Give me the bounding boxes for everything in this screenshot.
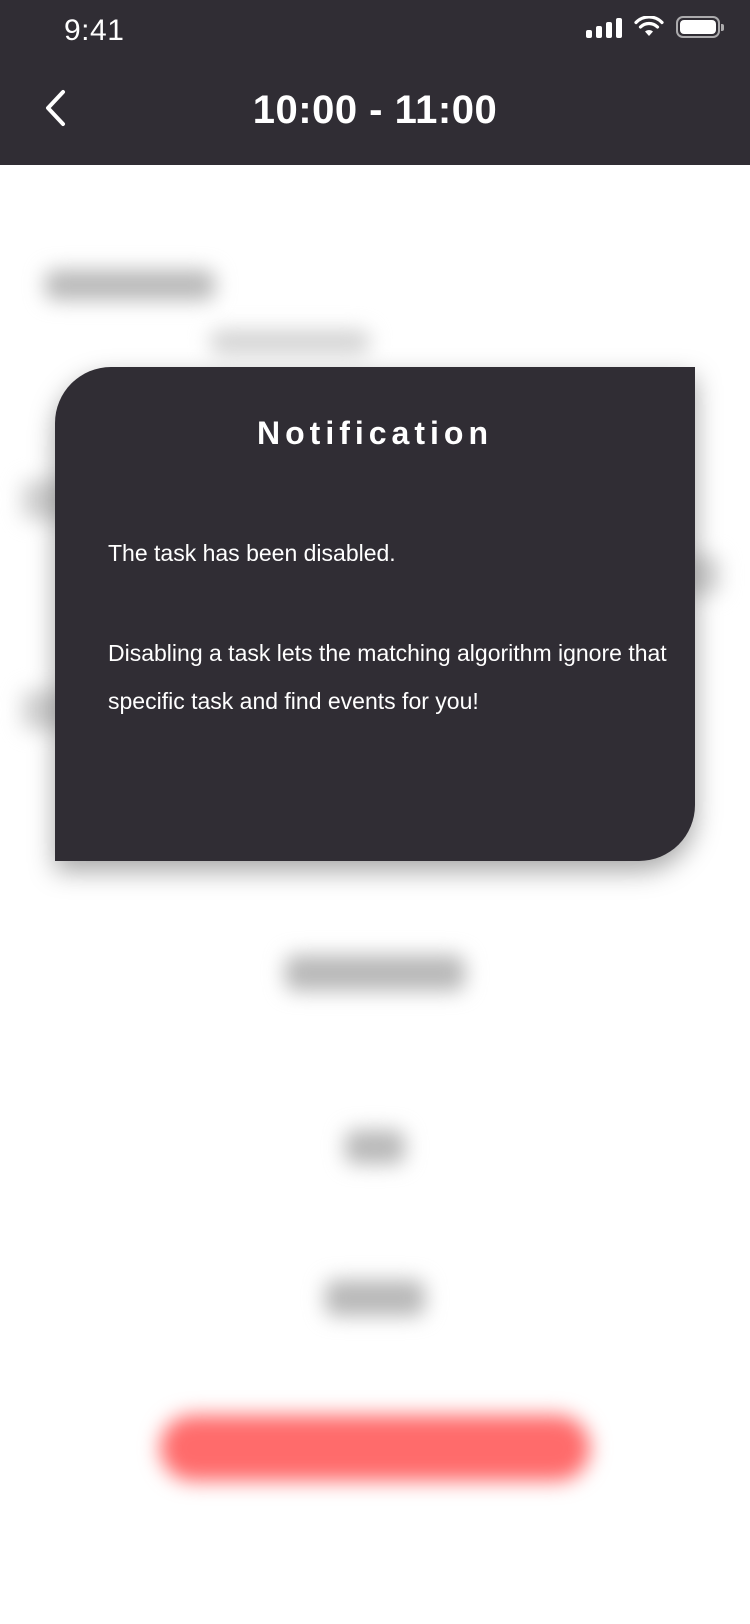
wifi-icon [634, 16, 664, 36]
signal-icon [586, 16, 622, 38]
blurred-label [325, 1280, 425, 1316]
modal-detail: Disabling a task lets the matching algor… [108, 640, 667, 714]
blurred-label [345, 1130, 405, 1164]
status-icons [586, 16, 724, 38]
modal-title: Notification [257, 415, 493, 451]
status-time: 9:41 [64, 14, 125, 47]
battery-icon [676, 16, 724, 38]
modal-message: The task has been disabled. [108, 540, 396, 566]
blurred-subheading [210, 330, 370, 354]
page-title: 10:00 - 11:00 [252, 88, 498, 132]
blurred-label [285, 955, 465, 991]
top-bar: 9:41 10:00 - 11:00 [0, 0, 750, 165]
notification-modal: Notification The task has been disabled.… [55, 367, 695, 861]
blurred-heading [45, 270, 215, 300]
blurred-action-button [160, 1415, 590, 1481]
